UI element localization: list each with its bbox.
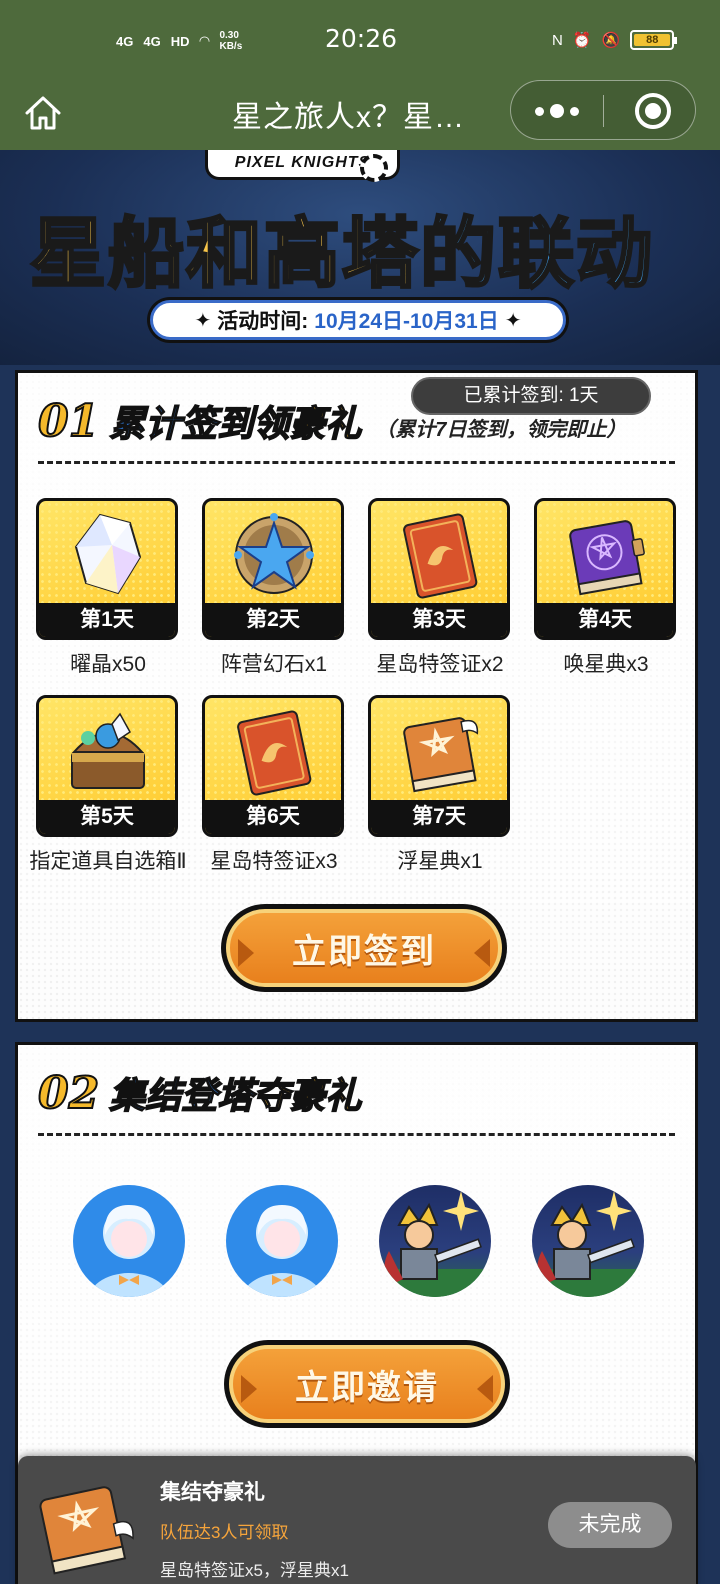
visa-icon [237, 710, 312, 796]
day-label: 第3天 [371, 603, 507, 637]
battery-level: 88 [634, 34, 671, 46]
status-icons-right: N ⏰ 🔕 88 [552, 30, 678, 50]
reward-tile-day1[interactable]: 第1天 [36, 498, 178, 640]
reward-tile-day4[interactable]: 第4天 [534, 498, 676, 640]
section-note: （累计7日签到，领完即止） [375, 419, 627, 441]
alarm-icon: ⏰ [572, 32, 592, 49]
status-bar: 4G 4G HD ◠ 0.30 KB/s 20:26 N ⏰ 🔕 88 [0, 0, 720, 80]
reward-name: 阵营幻石x1 [220, 653, 328, 676]
banner-title: 星船和高塔的联动 [29, 192, 700, 302]
divider [38, 1133, 675, 1136]
clock: 20:26 [325, 24, 398, 53]
avatar-empty-slot[interactable] [226, 1185, 338, 1297]
default-avatar-icon [240, 1205, 324, 1297]
mini-program-capsule [510, 80, 696, 140]
status-icons-left: 4G 4G HD ◠ 0.30 KB/s [116, 30, 253, 52]
date-value: 10月24日-10月31日 [314, 310, 499, 333]
event-banner: PIXEL KNIGHTS 星船和高塔的联动 ✦ 活动时间: 10月24日-10… [0, 150, 720, 365]
reward-name: 唤星典x3 [563, 653, 649, 676]
reward-tile-day5[interactable]: 第5天 [36, 695, 178, 837]
reward-task-panel: 集结夺豪礼 队伍达3人可领取 星岛特签证x5，浮星典x1 未完成 [18, 1456, 696, 1584]
checkin-button-label: 立即签到 [226, 909, 502, 987]
section-header: 01 累计签到领豪礼 （累计7日签到，领完即止） [37, 395, 627, 448]
reward-name: 星岛特签证x3 [210, 850, 338, 873]
banner-title-blue: 的联动 [419, 208, 654, 300]
purple-book-icon [569, 520, 645, 596]
signal-2: 4G [143, 33, 161, 49]
task-rewards: 星岛特签证x5，浮星典x1 [160, 1561, 349, 1580]
page-title: 星之旅人x？星… [232, 101, 465, 134]
nfc-icon: N [552, 31, 563, 49]
visa-icon [403, 513, 478, 599]
close-icon[interactable] [635, 93, 671, 129]
reward-tile-day3[interactable]: 第3天 [368, 498, 510, 640]
day-label: 第7天 [371, 800, 507, 834]
day-label: 第6天 [205, 800, 341, 834]
section-title: 累计签到领豪礼 [108, 403, 362, 446]
signal-1: 4G [116, 33, 134, 49]
invite-button-label: 立即邀请 [229, 1345, 505, 1423]
nav-bar: 星之旅人x？星… [0, 80, 720, 150]
reward-name: 指定道具自选箱Ⅱ [29, 850, 187, 873]
section-header: 02 集结登塔夺豪礼 [37, 1067, 362, 1120]
orange-book-icon [39, 1486, 134, 1575]
checkin-button[interactable]: 立即签到 [221, 904, 507, 992]
knight-avatar-icon [379, 1191, 491, 1297]
chest-icon [71, 712, 145, 789]
section-title: 集结登塔夺豪礼 [108, 1075, 362, 1118]
banner-title-gold: 星船和高塔 [29, 208, 420, 300]
reward-tile-day2[interactable]: 第2天 [202, 498, 344, 640]
day-label: 第1天 [39, 603, 175, 637]
star-stone-icon [234, 513, 314, 594]
home-icon[interactable] [22, 92, 64, 134]
net-speed: 0.30 KB/s [219, 30, 243, 52]
reward-tile-day6[interactable]: 第6天 [202, 695, 344, 837]
mute-icon: 🔕 [601, 32, 621, 49]
wifi-icon: ◠ [199, 33, 210, 48]
checkin-section: 已累计签到: 1天 01 累计签到领豪礼 （累计7日签到，领完即止） 第1天 曜… [15, 370, 698, 1022]
reward-name: 浮星典x1 [397, 850, 483, 873]
invite-button[interactable]: 立即邀请 [224, 1340, 510, 1428]
section-number: 01 [37, 395, 100, 448]
gear-icon [360, 154, 388, 182]
capsule-divider [603, 95, 604, 127]
sparkle-icon: ✦ [194, 309, 212, 332]
avatar-member[interactable] [532, 1185, 644, 1297]
more-icon[interactable] [535, 93, 579, 129]
task-condition: 队伍达3人可领取 [160, 1523, 289, 1542]
day-label: 第2天 [205, 603, 341, 637]
divider [38, 461, 675, 464]
day-label: 第4天 [537, 603, 673, 637]
knight-avatar-icon [532, 1191, 644, 1297]
avatar-member[interactable] [379, 1185, 491, 1297]
sparkle-icon: ✦ [504, 309, 522, 332]
reward-name: 星岛特签证x2 [376, 653, 504, 676]
crystal-icon [74, 513, 142, 595]
hd-badge: HD [170, 33, 190, 49]
task-title: 集结夺豪礼 [160, 1481, 265, 1504]
event-date: ✦ 活动时间: 10月24日-10月31日 ✦ [150, 300, 566, 340]
task-status-button[interactable]: 未完成 [548, 1502, 672, 1548]
day-label: 第5天 [39, 800, 175, 834]
default-avatar-icon [87, 1205, 171, 1297]
section-number: 02 [37, 1067, 100, 1120]
reward-tile-day7[interactable]: 第7天 [368, 695, 510, 837]
date-label: 活动时间: [217, 310, 309, 333]
battery-icon: 88 [630, 30, 678, 50]
avatar-empty-slot[interactable] [73, 1185, 185, 1297]
orange-book-icon [403, 717, 479, 793]
reward-name: 曜晶x50 [70, 653, 146, 676]
